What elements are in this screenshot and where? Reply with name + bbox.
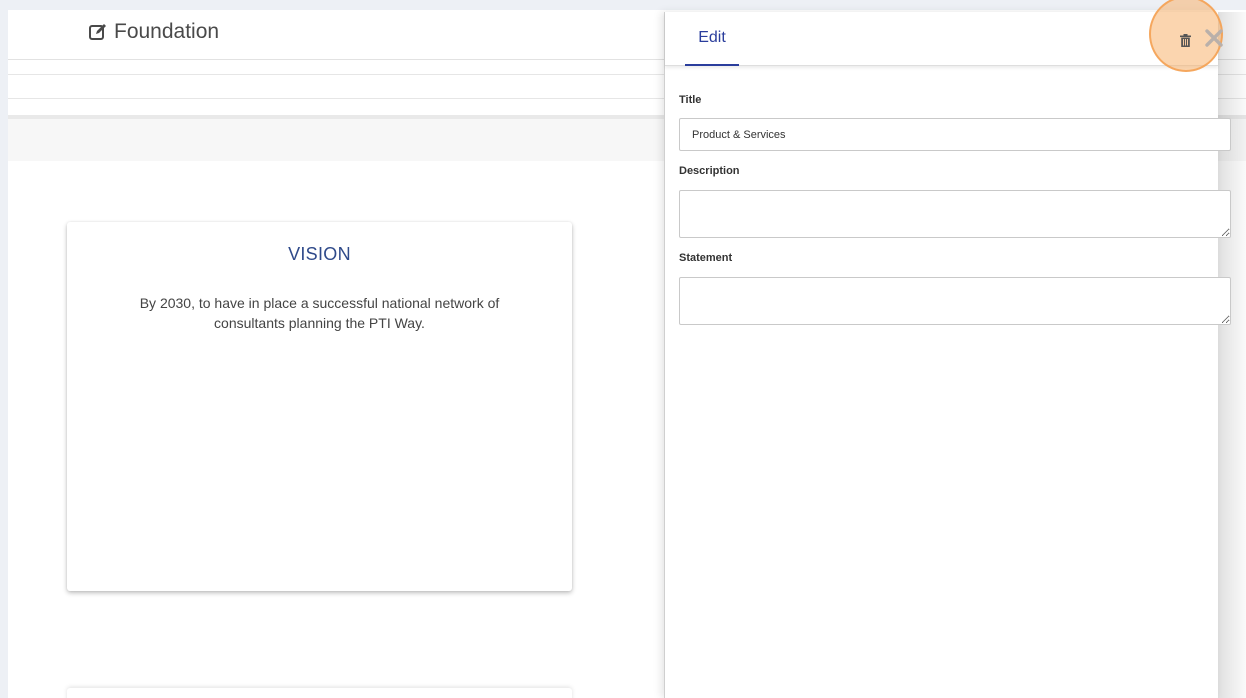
statement-textarea[interactable] xyxy=(679,277,1231,325)
tab-edit[interactable]: Edit xyxy=(685,12,739,66)
edit-panel-header: Edit xyxy=(665,0,1223,72)
title-input[interactable] xyxy=(679,118,1231,151)
edit-icon xyxy=(89,24,106,40)
page-title-text: Foundation xyxy=(114,20,220,43)
edit-panel: Edit Title Description Statement xyxy=(664,0,1231,698)
next-card[interactable] xyxy=(67,688,572,698)
vision-card-title: VISION xyxy=(288,244,351,264)
title-label: Title xyxy=(679,94,702,106)
description-label: Description xyxy=(679,165,740,177)
vision-card[interactable]: VISION By 2030, to have in place a succe… xyxy=(67,222,572,591)
page-title: Foundation xyxy=(88,20,219,44)
vision-card-text: By 2030, to have in place a successful n… xyxy=(139,295,500,331)
close-button[interactable] xyxy=(1203,26,1225,50)
description-textarea[interactable] xyxy=(679,190,1231,238)
close-icon xyxy=(1205,29,1223,47)
trash-icon xyxy=(1179,33,1191,47)
delete-button[interactable] xyxy=(1175,30,1195,50)
statement-label: Statement xyxy=(679,252,733,264)
edit-form: Title Description Statement xyxy=(665,66,1231,325)
panel-backdrop xyxy=(1218,12,1246,698)
